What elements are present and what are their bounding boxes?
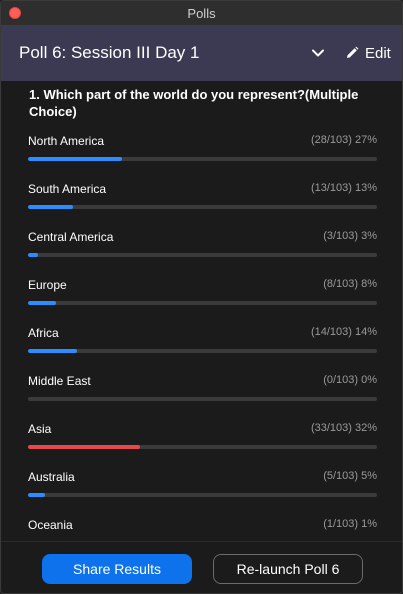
answer-stats: (28/103) 27% xyxy=(310,134,377,146)
answer-label: Africa xyxy=(28,326,59,340)
result-bar-track xyxy=(28,301,377,305)
answer-row: Middle East (0/103) 0% xyxy=(28,374,377,422)
answer-stats: (3/103) 3% xyxy=(323,230,377,242)
answer-row: Central America (3/103) 3% xyxy=(28,230,377,278)
edit-button[interactable]: Edit xyxy=(345,43,391,63)
poll-results: 1. Which part of the world do you repres… xyxy=(1,81,402,541)
result-bar-fill xyxy=(28,349,77,353)
answer-row: Asia (33/103) 32% xyxy=(28,422,377,470)
answer-row: Africa (14/103) 14% xyxy=(28,326,377,374)
result-bar-fill xyxy=(28,445,140,449)
answer-stats: (8/103) 8% xyxy=(323,278,377,290)
answer-label: Middle East xyxy=(28,374,91,388)
answer-label: South America xyxy=(28,182,107,196)
answer-row: South America (13/103) 13% xyxy=(28,182,377,230)
answer-stats: (5/103) 5% xyxy=(323,470,377,482)
close-icon[interactable] xyxy=(9,7,21,19)
answer-label: Europe xyxy=(28,278,67,292)
result-bar-track xyxy=(28,253,377,257)
result-bar-fill xyxy=(28,157,123,161)
window-title: Polls xyxy=(187,5,216,21)
result-bar-track xyxy=(28,205,377,209)
answer-label: North America xyxy=(28,134,105,148)
answer-label: Central America xyxy=(28,230,114,244)
result-bar-track xyxy=(28,445,377,449)
result-bar-track xyxy=(28,349,377,353)
pencil-icon xyxy=(347,46,359,58)
chevron-down-icon[interactable] xyxy=(310,45,326,61)
result-bar-fill xyxy=(28,205,74,209)
result-bar-track xyxy=(28,157,377,161)
result-bar-fill xyxy=(28,493,46,497)
result-bar-track xyxy=(28,493,377,497)
answer-row: Europe (8/103) 8% xyxy=(28,278,377,326)
answer-stats: (14/103) 14% xyxy=(310,326,377,338)
footer: Share Results Re-launch Poll 6 xyxy=(1,541,402,593)
result-bar-fill xyxy=(28,301,56,305)
answer-label: Australia xyxy=(28,470,75,484)
polls-window: Polls Poll 6: Session III Day 1 Edit 1. … xyxy=(0,0,403,594)
result-bar-track xyxy=(28,397,377,401)
answer-row: North America (28/103) 27% xyxy=(28,134,377,182)
title-bar: Polls xyxy=(1,1,402,26)
poll-header: Poll 6: Session III Day 1 Edit xyxy=(1,25,402,81)
answer-label: Oceania xyxy=(28,518,73,532)
answer-stats: (0/103) 0% xyxy=(323,374,377,386)
answer-stats: (13/103) 13% xyxy=(310,182,377,194)
edit-label: Edit xyxy=(365,44,391,62)
answer-label: Asia xyxy=(28,422,52,436)
answer-stats: (1/103) 1% xyxy=(323,518,377,530)
poll-title: Poll 6: Session III Day 1 xyxy=(19,43,200,62)
answer-list: North America (28/103) 27% South America (1… xyxy=(28,134,377,541)
question-text: 1. Which part of the world do you repres… xyxy=(29,87,359,119)
share-results-button[interactable]: Share Results xyxy=(42,554,192,584)
answer-row: Oceania (1/103) 1% xyxy=(28,518,377,541)
answer-stats: (33/103) 32% xyxy=(310,422,377,434)
relaunch-poll-button[interactable]: Re-launch Poll 6 xyxy=(213,554,363,584)
result-bar-fill xyxy=(28,253,39,257)
answer-row: Australia (5/103) 5% xyxy=(28,470,377,518)
